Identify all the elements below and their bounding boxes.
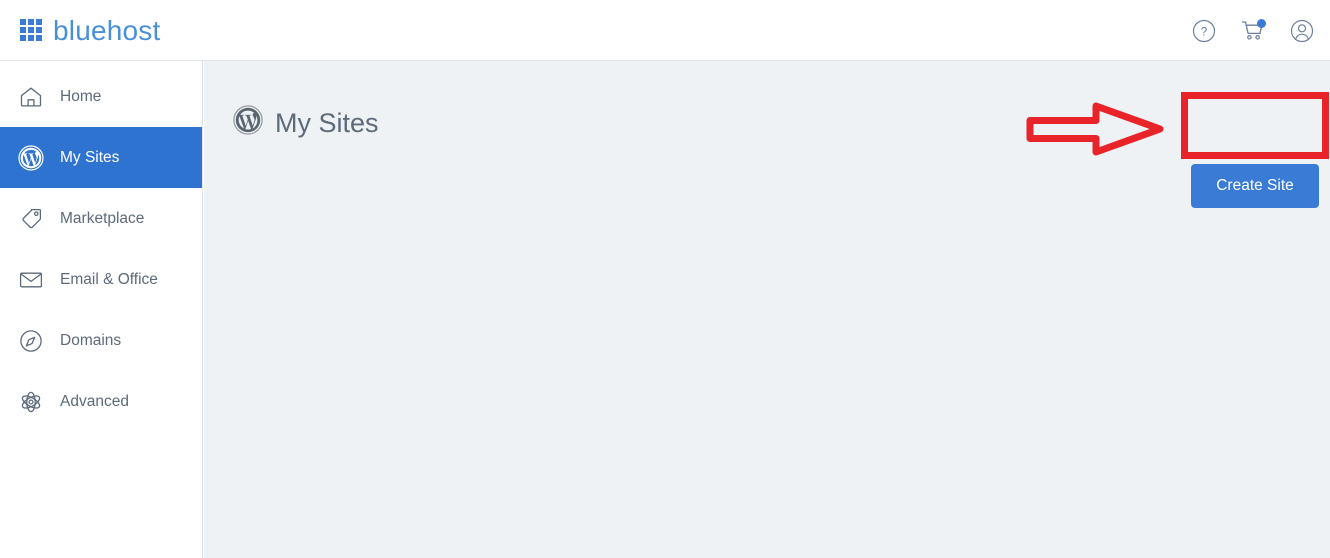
brand-name: bluehost (53, 15, 161, 46)
envelope-icon (18, 267, 44, 293)
grid-squares-icon (20, 19, 42, 41)
sidebar-item-my-sites[interactable]: My Sites (0, 127, 202, 188)
svg-text:?: ? (1201, 26, 1207, 38)
wordpress-icon (18, 144, 44, 171)
tag-icon (18, 206, 44, 232)
brand-logo[interactable]: bluehost (20, 15, 161, 46)
sidebar-item-label: Email & Office (60, 270, 158, 288)
home-icon (18, 84, 44, 110)
create-site-button[interactable]: Create Site (1191, 164, 1319, 208)
account-icon[interactable] (1288, 17, 1316, 45)
sidebar-item-home[interactable]: Home (0, 66, 202, 127)
sidebar-item-email-office[interactable]: Email & Office (0, 249, 202, 310)
top-bar: bluehost ? (0, 0, 1330, 61)
sidebar: Home My Sites Marketplace Email & Office… (0, 61, 203, 558)
sidebar-item-label: My Sites (60, 148, 120, 166)
sidebar-item-label: Home (60, 87, 102, 105)
bluehost-dashboard: bluehost ? Home My Sites Marketplace Ema… (0, 0, 1330, 558)
wordpress-icon (233, 105, 263, 140)
sidebar-item-advanced[interactable]: Advanced (0, 371, 202, 432)
cart-icon[interactable] (1239, 17, 1267, 45)
sidebar-item-marketplace[interactable]: Marketplace (0, 188, 202, 249)
page-title: My Sites (275, 108, 379, 138)
help-icon[interactable]: ? (1190, 17, 1218, 45)
atom-icon (18, 389, 44, 415)
sidebar-item-label: Advanced (60, 392, 129, 410)
compass-icon (18, 328, 44, 354)
top-bar-actions: ? (1190, 0, 1316, 61)
sidebar-item-domains[interactable]: Domains (0, 310, 202, 371)
sidebar-item-label: Domains (60, 331, 122, 349)
main-content: My Sites Create Site (204, 61, 1330, 558)
cart-badge-dot (1257, 18, 1266, 28)
page-header: My Sites (233, 105, 1330, 140)
sidebar-item-label: Marketplace (60, 209, 145, 227)
